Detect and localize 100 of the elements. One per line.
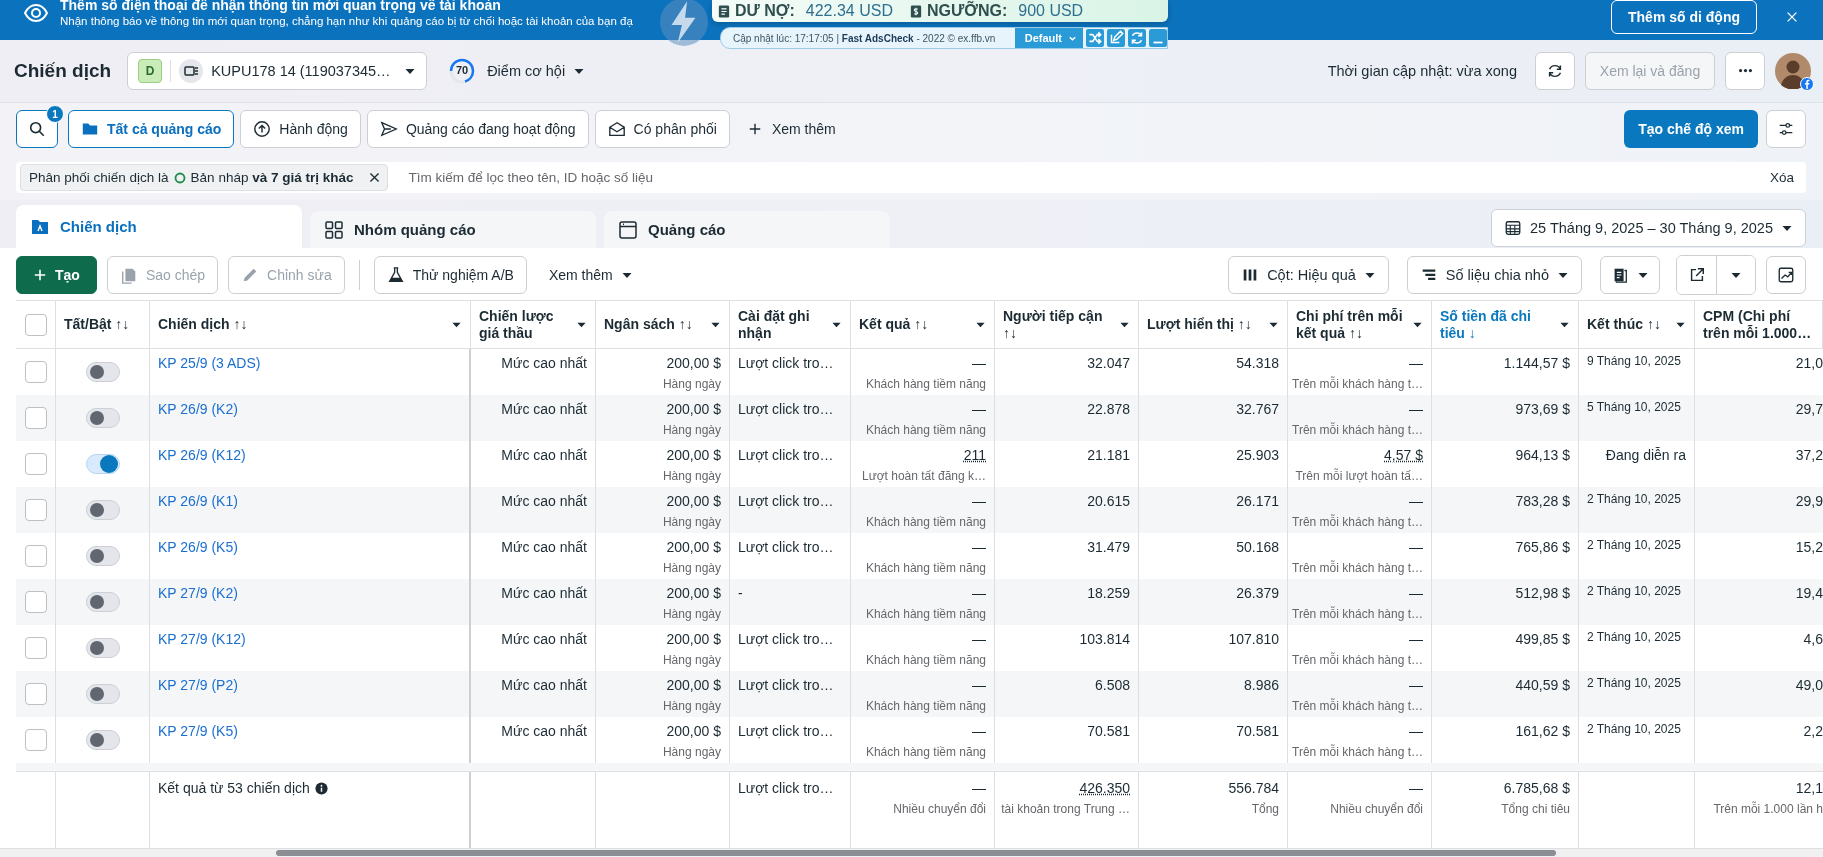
toggle-switch[interactable] <box>85 638 120 658</box>
campaign-link[interactable]: KP 26/9 (K5) <box>158 539 238 556</box>
close-icon[interactable] <box>368 171 382 184</box>
toggle-switch[interactable] <box>85 546 120 566</box>
view-button[interactable]: Quảng cáo đang hoạt động <box>366 110 589 148</box>
row-checkbox[interactable] <box>24 637 47 659</box>
shuffle-icon[interactable] <box>1086 29 1104 47</box>
table-cell: Mức cao nhất <box>501 631 587 648</box>
cell-note: Tổng <box>1251 801 1279 818</box>
column-header[interactable]: Người tiếp cận ↑↓ <box>995 301 1139 348</box>
level-tab[interactable]: Chiến dịch <box>16 205 302 248</box>
clear-link[interactable]: Xóa <box>1769 170 1794 185</box>
score-label[interactable]: Điểm cơ hội <box>487 63 566 79</box>
more-views-button[interactable]: Xem thêm <box>735 110 848 148</box>
row-checkbox[interactable] <box>24 361 47 383</box>
table-cell: 765,86 $ <box>1515 539 1570 556</box>
level-tab[interactable]: Quảng cáo <box>604 211 890 248</box>
window-icon <box>618 219 638 240</box>
cell-note: Hàng ngày <box>662 468 721 485</box>
select-all-checkbox[interactable] <box>24 313 47 336</box>
table-cell: 2 Tháng 10, 2025 <box>1587 721 1681 738</box>
column-header[interactable]: Chiến dịch ↑↓ <box>150 301 471 348</box>
toggle-switch[interactable] <box>85 454 120 474</box>
cell-note: Khách hàng tiềm năng <box>865 422 986 439</box>
status-ring-icon <box>173 171 186 184</box>
campaign-link[interactable]: KP 27/9 (K5) <box>158 723 238 740</box>
reports-button[interactable] <box>1600 256 1660 294</box>
column-header[interactable]: Chi phí trên mỗi kết quả ↑↓ <box>1288 301 1432 348</box>
update-status: Thời gian cập nhật: vừa xong <box>1327 63 1517 79</box>
table-cell: — <box>1409 355 1423 372</box>
table-cell: 20.615 <box>1087 493 1130 510</box>
table-cell: 32.047 <box>1087 355 1130 372</box>
filter-search-field[interactable]: Tìm kiếm để lọc theo tên, ID hoặc số liệu <box>406 169 1770 186</box>
toggle-switch[interactable] <box>85 408 120 428</box>
add-phone-button[interactable]: Thêm số di động <box>1611 0 1757 34</box>
filter-search-bar[interactable]: Phân phối chiến dịch là Bản nháp và 7 giá trị khác Tìm kiếm để lọc theo tên, ID hoặc số liệu Xóa <box>16 162 1806 193</box>
row-checkbox[interactable] <box>24 591 47 613</box>
campaign-link[interactable]: KP 26/9 (K1) <box>158 493 238 510</box>
toggle-switch[interactable] <box>85 592 120 612</box>
view-button[interactable]: Có phân phối <box>594 110 730 148</box>
column-header[interactable]: Ngân sách ↑↓ <box>596 301 730 348</box>
chart-button[interactable] <box>1766 256 1806 294</box>
toggle-switch[interactable] <box>85 730 120 750</box>
column-header[interactable]: Tất/Bật ↑↓ <box>56 301 150 348</box>
banner-text: Nhận thông báo về thông tin mới quan trọng, chẳng hạn như khi quảng cáo bị từ chối hoặc tài khoản của bạn đạ <box>60 14 633 29</box>
row-checkbox[interactable] <box>24 407 47 429</box>
account-selector[interactable]: D KUPU178 14 (119037345… <box>127 52 428 90</box>
column-header[interactable]: Kết thúc ↑↓ <box>1579 301 1695 348</box>
horizontal-scrollbar[interactable] <box>0 848 1823 857</box>
campaign-link[interactable]: KP 27/9 (P2) <box>158 677 238 694</box>
level-tab[interactable]: Nhóm quảng cáo <box>310 211 596 248</box>
limit-amount: 900 USD <box>1018 2 1084 20</box>
filter-value: Bản nháp và 7 giá trị khác <box>190 170 354 185</box>
cell-note: Khách hàng tiềm năng <box>865 744 986 761</box>
row-checkbox[interactable] <box>24 453 47 475</box>
date-range-picker[interactable]: 25 Tháng 9, 2025 – 30 Tháng 9, 2025 <box>1491 208 1806 247</box>
table-cell: Lượt click tro… <box>738 493 834 510</box>
view-button[interactable]: Hành động <box>240 110 361 148</box>
campaign-link[interactable]: KP 26/9 (K2) <box>158 401 238 418</box>
table-cell: Lượt click tro… <box>738 401 834 418</box>
table-cell: 4,6 <box>1803 631 1823 648</box>
create-view-button[interactable]: Tạo chế độ xem <box>1624 110 1758 148</box>
campaign-link[interactable]: KP 26/9 (K12) <box>158 447 246 464</box>
toggle-switch[interactable] <box>85 362 120 382</box>
campaign-link[interactable]: KP 27/9 (K12) <box>158 631 246 648</box>
campaign-link[interactable]: KP 25/9 (3 ADS) <box>158 355 261 372</box>
edit-icon[interactable] <box>1107 29 1125 47</box>
money-icon <box>910 3 922 19</box>
search-button[interactable] <box>16 110 58 148</box>
toggle-switch[interactable] <box>85 684 120 704</box>
table-cell: 1.144,57 $ <box>1503 355 1570 372</box>
flask-icon <box>386 266 405 284</box>
column-header[interactable]: Kết quả ↑↓ <box>851 301 995 348</box>
refresh-icon[interactable] <box>1128 29 1146 47</box>
create-button[interactable]: Tạo <box>16 256 97 294</box>
cell-note: Trên mỗi khách hàng t… <box>1292 606 1423 623</box>
row-checkbox[interactable] <box>24 683 47 705</box>
column-header[interactable]: Cài đặt ghi nhận <box>730 301 851 348</box>
table-cell: 12,1 <box>1795 780 1823 797</box>
settings-button[interactable] <box>1766 110 1806 148</box>
info-icon[interactable] <box>314 782 328 795</box>
row-checkbox[interactable] <box>24 545 47 567</box>
column-header[interactable]: CPM (Chi phí trên mỗi 1.000… <box>1695 301 1823 348</box>
column-header[interactable]: Chiến lược giá thầu <box>471 301 596 348</box>
breakdown-button[interactable]: Số liệu chia nhỏ <box>1406 256 1582 294</box>
view-button[interactable]: Tất cả quảng cáo <box>68 110 235 148</box>
campaign-link[interactable]: KP 27/9 (K2) <box>158 585 238 602</box>
test-button[interactable]: Thử nghiệm A/B <box>373 256 527 294</box>
row-checkbox[interactable] <box>24 499 47 521</box>
minimize-icon[interactable] <box>1149 29 1167 47</box>
table-cell: 103.814 <box>1079 631 1130 648</box>
refresh-button[interactable] <box>1535 52 1575 90</box>
filter-chip[interactable]: Phân phối chiến dịch là Bản nháp và 7 giá trị khác <box>20 164 389 191</box>
lightning-logo-icon <box>658 0 710 48</box>
table-cell: 15,2 <box>1795 539 1823 556</box>
columns-button[interactable]: Cột: Hiệu quả <box>1228 256 1389 294</box>
toggle-switch[interactable] <box>85 500 120 520</box>
column-header[interactable]: Số tiền đã chi tiêu ↓ <box>1432 301 1579 348</box>
row-checkbox[interactable] <box>24 729 47 751</box>
column-header[interactable]: Lượt hiển thị ↑↓ <box>1139 301 1288 348</box>
